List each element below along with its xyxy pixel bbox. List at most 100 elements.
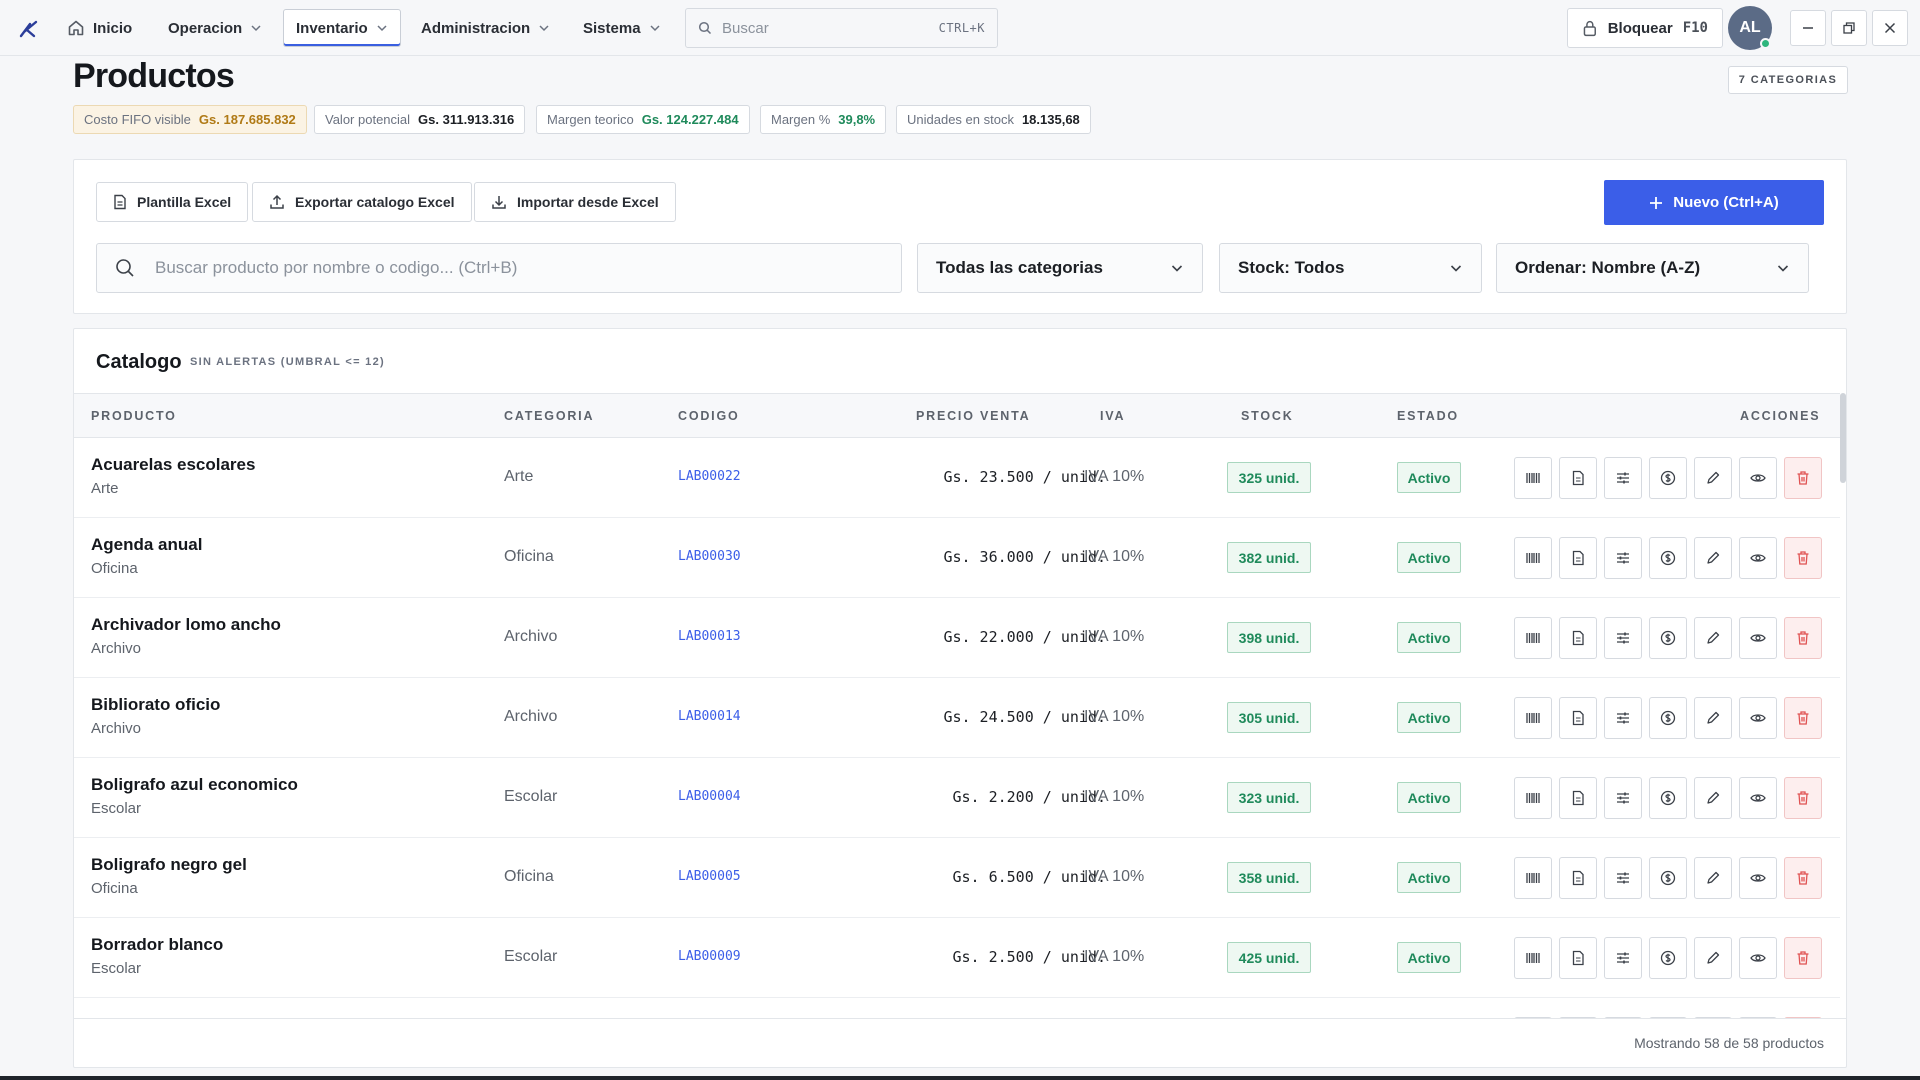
product-name[interactable]: Boligrafo azul economico (91, 775, 298, 795)
trash-button[interactable] (1784, 457, 1822, 499)
avatar[interactable]: AL (1728, 6, 1772, 50)
trash-button[interactable] (1784, 617, 1822, 659)
trash-button[interactable] (1784, 937, 1822, 979)
barcode-button[interactable] (1514, 457, 1552, 499)
pencil-button[interactable] (1694, 617, 1732, 659)
eye-button[interactable] (1739, 617, 1777, 659)
product-name[interactable]: Borrador blanco (91, 935, 223, 955)
eye-button[interactable] (1739, 537, 1777, 579)
sliders-button[interactable] (1604, 537, 1642, 579)
sliders-button[interactable] (1604, 457, 1642, 499)
table-row[interactable]: Bibliorato oficio Archivo Archivo LAB00014 G… (74, 678, 1840, 758)
eye-button[interactable] (1739, 937, 1777, 979)
sliders-button[interactable] (1604, 617, 1642, 659)
nav-inicio[interactable]: Inicio (55, 9, 144, 47)
eye-button[interactable] (1739, 457, 1777, 499)
sliders-button[interactable] (1604, 937, 1642, 979)
table-scrollbar-thumb[interactable] (1840, 393, 1846, 483)
export-catalog-button[interactable]: Exportar catalogo Excel (252, 182, 472, 222)
new-product-button[interactable]: Nuevo (Ctrl+A) (1604, 180, 1824, 225)
eye-button[interactable] (1739, 857, 1777, 899)
nav-administracion[interactable]: Administracion (409, 9, 562, 47)
col-codigo[interactable]: CODIGO (678, 409, 740, 423)
dollar-button[interactable] (1649, 617, 1687, 659)
trash-button[interactable] (1784, 777, 1822, 819)
dollar-button[interactable] (1649, 777, 1687, 819)
sliders-button[interactable] (1604, 777, 1642, 819)
nav-sistema[interactable]: Sistema (571, 9, 673, 47)
eye-button[interactable] (1739, 697, 1777, 739)
dollar-button[interactable] (1649, 857, 1687, 899)
product-code[interactable]: LAB00009 (678, 949, 741, 964)
col-precio-venta[interactable]: PRECIO VENTA (916, 409, 1030, 423)
product-search-input[interactable]: Buscar producto por nombre o codigo... (… (96, 243, 902, 293)
pencil-button[interactable] (1694, 457, 1732, 499)
table-row[interactable]: Acuarelas escolares Arte Arte LAB00022 Gs. 2… (74, 438, 1840, 518)
document-button[interactable] (1559, 937, 1597, 979)
product-code[interactable]: LAB00013 (678, 629, 741, 644)
close-button[interactable] (1872, 10, 1908, 46)
nav-inventario[interactable]: Inventario (283, 9, 401, 47)
col-iva[interactable]: IVA (1100, 409, 1125, 423)
document-button[interactable] (1559, 617, 1597, 659)
barcode-button[interactable] (1514, 617, 1552, 659)
dollar-button[interactable] (1649, 457, 1687, 499)
nav-operacion[interactable]: Operacion (156, 9, 274, 47)
trash-button[interactable] (1784, 697, 1822, 739)
barcode-button[interactable] (1514, 697, 1552, 739)
category-filter-select[interactable]: Todas las categorias (917, 243, 1203, 293)
pencil-button[interactable] (1694, 857, 1732, 899)
product-name[interactable]: Acuarelas escolares (91, 455, 255, 475)
col-estado[interactable]: ESTADO (1397, 409, 1459, 423)
import-excel-button[interactable]: Importar desde Excel (474, 182, 676, 222)
table-row[interactable]: Agenda anual Oficina Oficina LAB00030 Gs. 36… (74, 518, 1840, 598)
app-logo-icon[interactable] (18, 18, 40, 40)
table-row[interactable]: Archivador lomo ancho Archivo Archivo LAB00… (74, 598, 1840, 678)
table-row[interactable] (74, 998, 1840, 1018)
barcode-button[interactable] (1514, 937, 1552, 979)
col-categoria[interactable]: CATEGORIA (504, 409, 594, 423)
pencil-button[interactable] (1694, 697, 1732, 739)
pencil-button[interactable] (1694, 777, 1732, 819)
barcode-button[interactable] (1514, 537, 1552, 579)
table-row[interactable]: Boligrafo negro gel Oficina Oficina LAB0000… (74, 838, 1840, 918)
table-row[interactable]: Borrador blanco Escolar Escolar LAB00009 Gs.… (74, 918, 1840, 998)
product-name[interactable]: Agenda anual (91, 535, 202, 555)
categories-count-chip[interactable]: 7 CATEGORIAS (1728, 66, 1848, 94)
pencil-button[interactable] (1694, 537, 1732, 579)
dollar-button[interactable] (1649, 697, 1687, 739)
dollar-button[interactable] (1649, 537, 1687, 579)
sliders-button[interactable] (1604, 857, 1642, 899)
table-scrollbar-track[interactable] (1840, 393, 1846, 1018)
dollar-button[interactable] (1649, 937, 1687, 979)
lock-button[interactable]: Bloquear F10 (1567, 8, 1723, 48)
table-row[interactable]: Boligrafo azul economico Escolar Escolar LA… (74, 758, 1840, 838)
excel-template-button[interactable]: Plantilla Excel (96, 182, 249, 222)
document-button[interactable] (1559, 777, 1597, 819)
document-button[interactable] (1559, 537, 1597, 579)
sort-select[interactable]: Ordenar: Nombre (A-Z) (1496, 243, 1809, 293)
product-code[interactable]: LAB00022 (678, 469, 741, 484)
eye-button[interactable] (1739, 777, 1777, 819)
document-button[interactable] (1559, 697, 1597, 739)
product-code[interactable]: LAB00004 (678, 789, 741, 804)
document-button[interactable] (1559, 457, 1597, 499)
document-button[interactable] (1559, 857, 1597, 899)
product-name[interactable]: Bibliorato oficio (91, 695, 220, 715)
barcode-button[interactable] (1514, 857, 1552, 899)
product-code[interactable]: LAB00005 (678, 869, 741, 884)
product-code[interactable]: LAB00014 (678, 709, 741, 724)
product-name[interactable]: Archivador lomo ancho (91, 615, 281, 635)
trash-button[interactable] (1784, 537, 1822, 579)
col-stock[interactable]: STOCK (1241, 409, 1294, 423)
stock-filter-select[interactable]: Stock: Todos (1219, 243, 1482, 293)
sliders-button[interactable] (1604, 697, 1642, 739)
global-search-input[interactable]: Buscar CTRL+K (685, 8, 998, 48)
product-code[interactable]: LAB00030 (678, 549, 741, 564)
trash-button[interactable] (1784, 857, 1822, 899)
pencil-button[interactable] (1694, 937, 1732, 979)
barcode-button[interactable] (1514, 777, 1552, 819)
restore-button[interactable] (1831, 10, 1867, 46)
col-producto[interactable]: PRODUCTO (91, 409, 177, 423)
product-name[interactable]: Boligrafo negro gel (91, 855, 247, 875)
